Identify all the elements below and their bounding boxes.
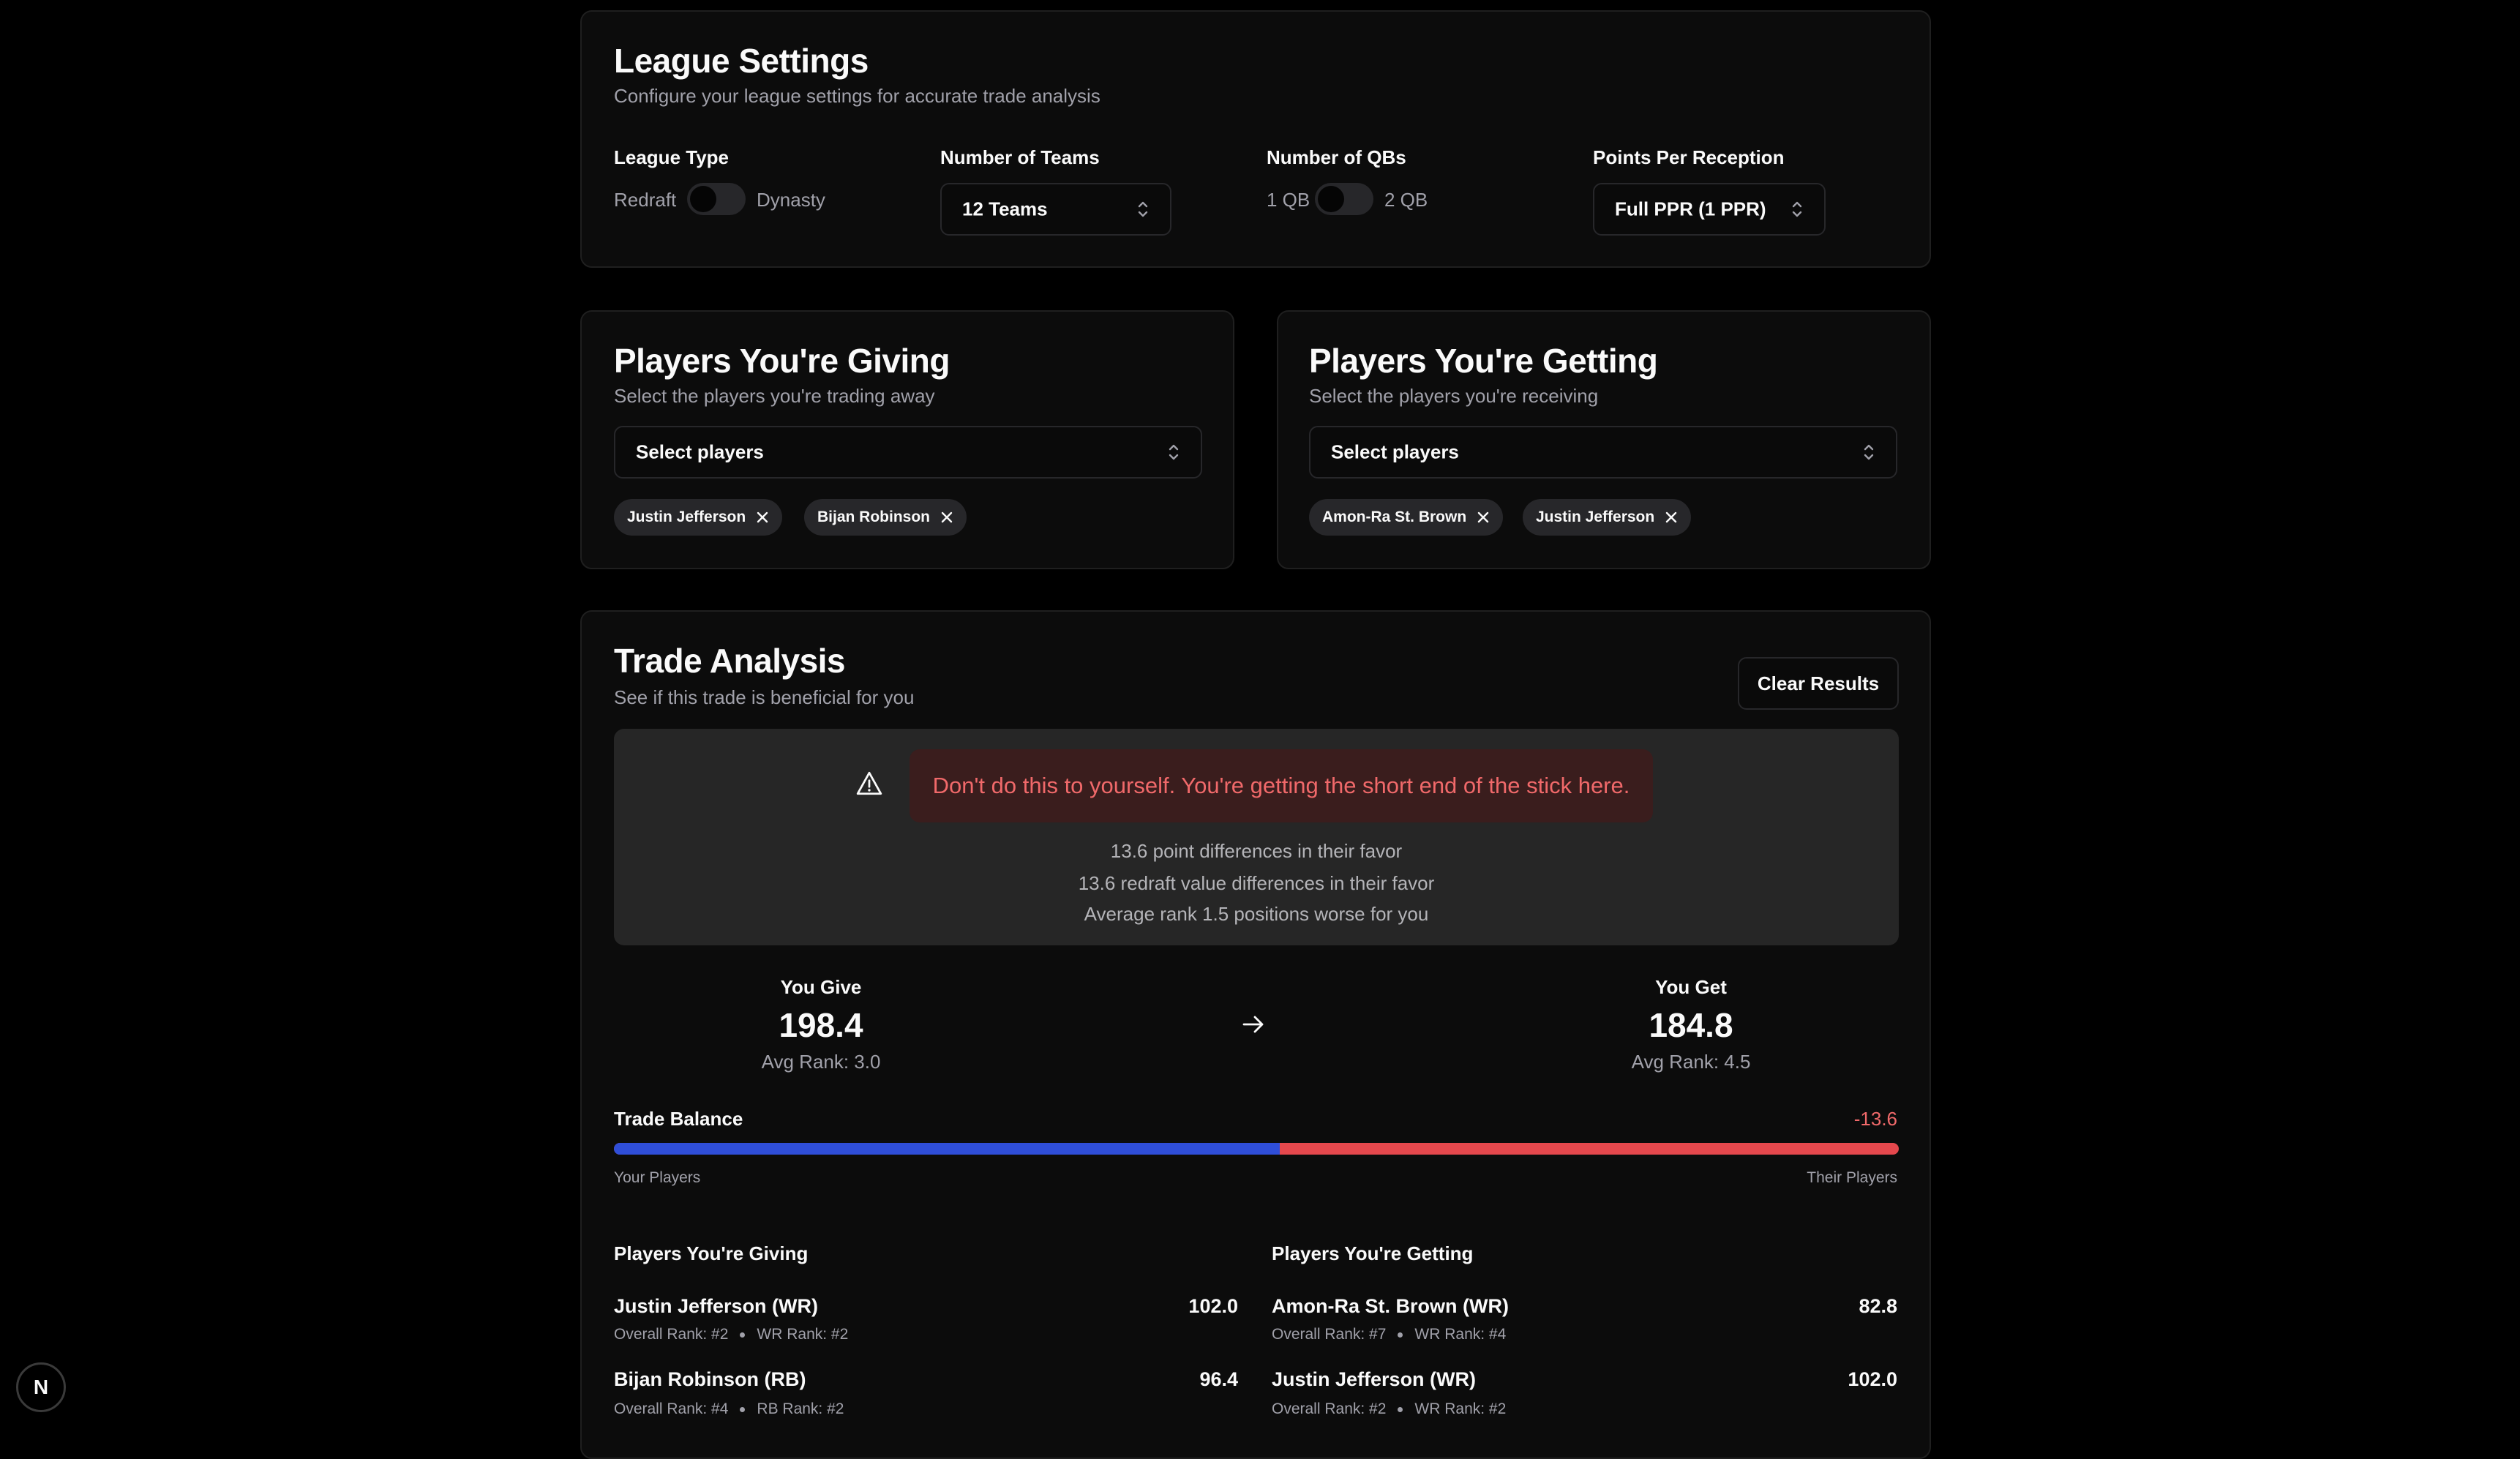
getting-select-placeholder: Select players — [1331, 440, 1459, 463]
chip-label: Justin Jefferson — [1536, 509, 1655, 525]
remove-icon[interactable] — [1477, 511, 1490, 524]
remove-icon[interactable] — [1665, 511, 1678, 524]
chevron-up-down-icon — [1169, 444, 1179, 460]
player-ranks: Overall Rank: #7 WR Rank: #4 — [1272, 1326, 1506, 1343]
ppr-select[interactable]: Full PPR (1 PPR) — [1593, 183, 1826, 236]
giving-title: Players You're Giving — [614, 342, 950, 380]
remove-icon[interactable] — [940, 511, 953, 524]
detail-line: 13.6 point differences in their favor — [1110, 840, 1403, 862]
you-get-label: You Get — [1655, 976, 1727, 998]
getting-list-title: Players You're Getting — [1272, 1242, 1474, 1264]
chevron-up-down-icon — [1864, 444, 1874, 460]
chevron-up-down-icon — [1138, 201, 1148, 217]
trade-balance-value: -13.6 — [1853, 1108, 1897, 1130]
player-name: Justin Jefferson (WR) — [614, 1295, 819, 1317]
remove-icon[interactable] — [756, 511, 769, 524]
position-rank: WR Rank: #4 — [1414, 1326, 1507, 1343]
qbs-label: Number of QBs — [1267, 146, 1406, 168]
trade-analysis-subtitle: See if this trade is beneficial for you — [614, 686, 915, 708]
separator-dot — [740, 1406, 746, 1412]
player-value: 102.0 — [1188, 1295, 1238, 1317]
league-settings-title: League Settings — [614, 42, 869, 80]
their-players-label: Their Players — [1807, 1169, 1897, 1186]
verdict-message: Don't do this to yourself. You're gettin… — [910, 749, 1653, 822]
nextjs-badge[interactable]: N — [16, 1362, 66, 1412]
overall-rank: Overall Rank: #7 — [1272, 1326, 1387, 1343]
player-value: 82.8 — [1859, 1295, 1897, 1317]
ppr-label: Points Per Reception — [1593, 146, 1785, 168]
detail-line: Average rank 1.5 positions worse for you — [1084, 903, 1429, 925]
toggle-knob — [690, 186, 716, 212]
league-type-off-label: Redraft — [614, 189, 677, 211]
league-type-toggle[interactable] — [687, 183, 746, 215]
your-side-fill — [614, 1143, 1280, 1155]
overall-rank: Overall Rank: #2 — [614, 1326, 729, 1343]
giving-select-placeholder: Select players — [636, 440, 764, 463]
nextjs-logo-icon: N — [33, 1376, 49, 1398]
giving-list-title: Players You're Giving — [614, 1242, 809, 1264]
qbs-on-label: 2 QB — [1384, 189, 1428, 211]
position-rank: WR Rank: #2 — [757, 1326, 849, 1343]
overall-rank: Overall Rank: #2 — [1272, 1400, 1387, 1417]
trade-balance-label: Trade Balance — [614, 1108, 743, 1130]
getting-chip[interactable]: Amon-Ra St. Brown — [1309, 499, 1504, 536]
player-value: 102.0 — [1848, 1368, 1897, 1390]
player-value: 96.4 — [1199, 1368, 1238, 1390]
player-name: Justin Jefferson (WR) — [1272, 1368, 1477, 1390]
you-give-label: You Give — [780, 976, 862, 998]
arrow-right-icon — [1242, 1016, 1264, 1033]
overall-rank: Overall Rank: #4 — [614, 1400, 729, 1417]
trade-balance-bar — [614, 1143, 1899, 1155]
player-ranks: Overall Rank: #2 WR Rank: #2 — [1272, 1400, 1506, 1418]
toggle-knob — [1318, 186, 1344, 212]
giving-chip[interactable]: Justin Jefferson — [614, 499, 783, 536]
getting-title: Players You're Getting — [1309, 342, 1658, 380]
getting-player-select[interactable]: Select players — [1309, 426, 1897, 479]
your-players-label: Your Players — [614, 1169, 701, 1186]
position-rank: WR Rank: #2 — [1414, 1400, 1507, 1417]
chip-label: Justin Jefferson — [627, 509, 746, 525]
you-give-value: 198.4 — [779, 1006, 863, 1044]
league-type-on-label: Dynasty — [757, 189, 825, 211]
player-name: Bijan Robinson (RB) — [614, 1368, 806, 1390]
teams-select-value: 12 Teams — [962, 198, 1048, 220]
separator-dot — [1398, 1406, 1403, 1412]
you-give-avg-rank: Avg Rank: 3.0 — [761, 1051, 881, 1073]
league-settings-card: League Settings Configure your league se… — [580, 10, 1931, 268]
separator-dot — [740, 1332, 746, 1338]
league-type-label: League Type — [614, 146, 730, 168]
player-ranks: Overall Rank: #2 WR Rank: #2 — [614, 1326, 848, 1343]
ppr-select-value: Full PPR (1 PPR) — [1615, 198, 1766, 220]
separator-dot — [1398, 1332, 1403, 1338]
teams-select[interactable]: 12 Teams — [940, 183, 1171, 236]
verdict-panel: Don't do this to yourself. You're gettin… — [614, 729, 1899, 945]
teams-label: Number of Teams — [940, 146, 1100, 168]
trade-analysis-card: Trade Analysis See if this trade is bene… — [580, 610, 1931, 1459]
detail-line: 13.6 redraft value differences in their … — [1078, 872, 1435, 894]
player-ranks: Overall Rank: #4 RB Rank: #2 — [614, 1400, 844, 1418]
chip-label: Bijan Robinson — [817, 509, 930, 525]
giving-card: Players You're Giving Select the players… — [580, 310, 1234, 569]
trade-analysis-title: Trade Analysis — [614, 642, 846, 680]
getting-card: Players You're Getting Select the player… — [1277, 310, 1931, 569]
giving-chip[interactable]: Bijan Robinson — [804, 499, 967, 536]
chip-label: Amon-Ra St. Brown — [1322, 509, 1467, 525]
getting-subtitle: Select the players you're receiving — [1309, 385, 1599, 407]
qbs-off-label: 1 QB — [1267, 189, 1310, 211]
player-name: Amon-Ra St. Brown (WR) — [1272, 1295, 1509, 1317]
giving-player-select[interactable]: Select players — [614, 426, 1202, 479]
giving-subtitle: Select the players you're trading away — [614, 385, 935, 407]
getting-chip[interactable]: Justin Jefferson — [1523, 499, 1692, 536]
clear-results-button[interactable]: Clear Results — [1738, 657, 1899, 710]
warning-icon — [856, 771, 882, 795]
chevron-up-down-icon — [1792, 201, 1802, 217]
you-get-value: 184.8 — [1649, 1006, 1733, 1044]
you-get-avg-rank: Avg Rank: 4.5 — [1631, 1051, 1751, 1073]
qbs-toggle[interactable] — [1315, 183, 1373, 215]
league-settings-subtitle: Configure your league settings for accur… — [614, 85, 1100, 107]
position-rank: RB Rank: #2 — [757, 1400, 844, 1417]
